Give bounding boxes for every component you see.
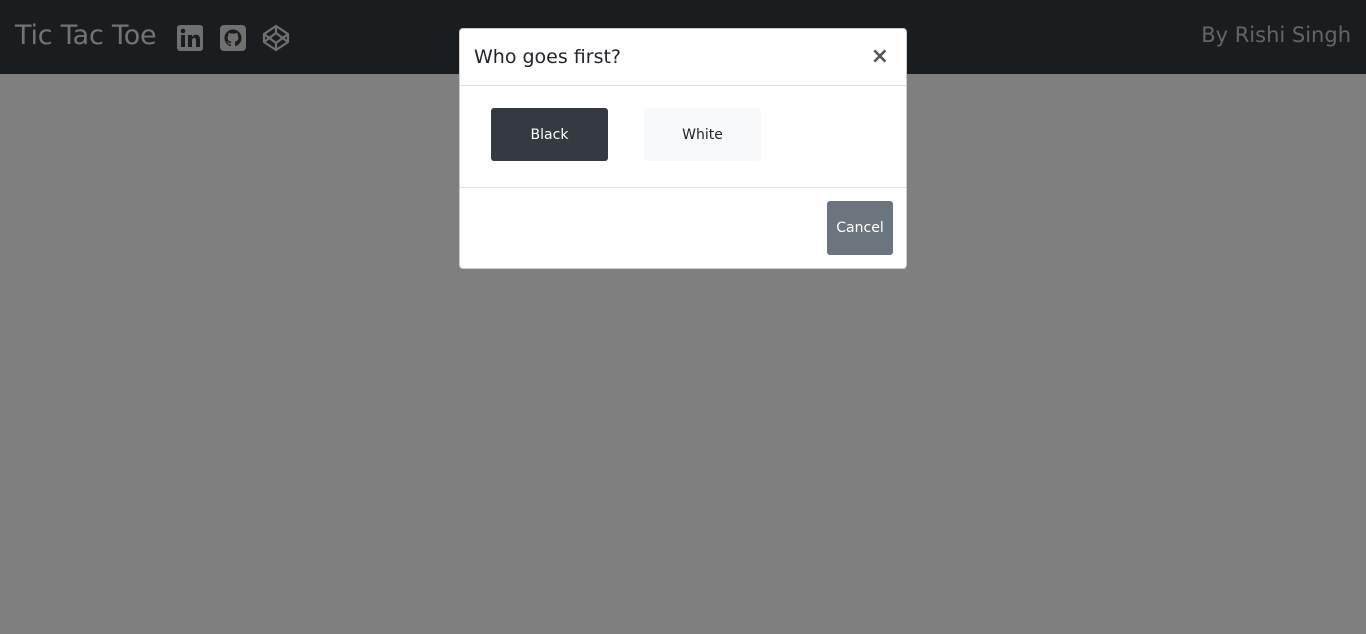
modal-body: Black White <box>460 86 906 188</box>
black-first-button[interactable]: Black <box>491 108 608 161</box>
page: Tic Tac Toe <box>0 0 1366 634</box>
first-player-modal: Who goes first? × Black White Cancel <box>459 28 907 269</box>
modal-title: Who goes first? <box>474 46 622 68</box>
close-icon[interactable]: × <box>871 45 889 69</box>
white-first-button[interactable]: White <box>644 108 761 161</box>
cancel-button[interactable]: Cancel <box>827 201 893 255</box>
modal-header: Who goes first? × <box>460 29 906 86</box>
modal-footer: Cancel <box>460 188 906 268</box>
